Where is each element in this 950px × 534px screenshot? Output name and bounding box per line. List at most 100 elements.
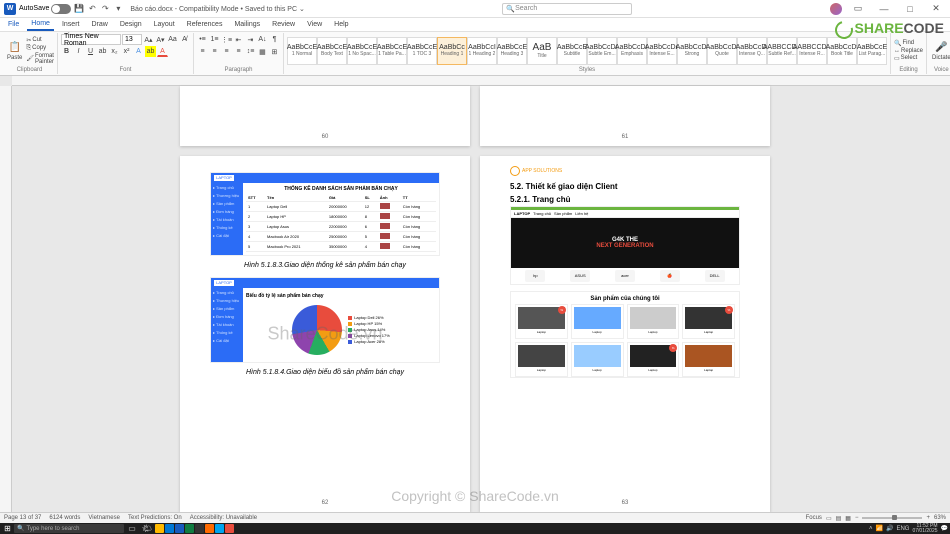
align-left-icon[interactable]: ≡ (197, 46, 208, 57)
minimize-button[interactable]: — (874, 0, 894, 18)
view-web-icon[interactable]: ▦ (845, 515, 851, 522)
font-name-select[interactable]: Times New Roman (61, 34, 121, 45)
toggle-switch-icon[interactable] (51, 4, 71, 14)
bullets-icon[interactable]: •≡ (197, 34, 208, 45)
tab-references[interactable]: References (183, 19, 227, 30)
save-icon[interactable]: 💾 (74, 4, 84, 14)
style-item[interactable]: AaBbCcI1 Heading 2 (467, 37, 497, 65)
undo-icon[interactable]: ↶ (87, 4, 97, 14)
copy-button[interactable]: ⎘ Copy (26, 45, 54, 52)
taskbar-app-terminal[interactable] (195, 524, 204, 533)
status-page[interactable]: Page 13 of 37 (4, 515, 41, 521)
style-item[interactable]: AaBbCcDcIntense E... (647, 37, 677, 65)
numbering-icon[interactable]: 1≡ (209, 34, 220, 45)
show-marks-icon[interactable]: ¶ (269, 34, 280, 45)
replace-button[interactable]: ↔ Replace (894, 48, 923, 54)
tab-home[interactable]: Home (27, 18, 54, 31)
document-canvas[interactable]: 60 ShareCode.vn LAPTOP ▸ Trang chủ▸ Thươ… (0, 76, 950, 512)
horizontal-ruler[interactable] (12, 76, 950, 86)
tab-layout[interactable]: Layout (150, 19, 179, 30)
task-view-icon[interactable]: ▭ (125, 523, 139, 534)
sort-icon[interactable]: A↓ (257, 34, 268, 45)
clear-format-icon[interactable]: A̸ (179, 34, 190, 45)
bold-button[interactable]: B (61, 46, 72, 57)
zoom-out-button[interactable]: − (855, 515, 859, 521)
tab-file[interactable]: File (4, 19, 23, 30)
page-62[interactable]: ShareCode.vn LAPTOP ▸ Trang chủ▸ Thương … (180, 156, 470, 512)
style-item[interactable]: AaBbCcE1 Table Pa... (377, 37, 407, 65)
redo-icon[interactable]: ↷ (100, 4, 110, 14)
decrease-indent-icon[interactable]: ⇤ (233, 34, 244, 45)
taskbar-app-explorer[interactable] (155, 524, 164, 533)
focus-button[interactable]: Focus (806, 515, 822, 521)
page-60[interactable]: 60 (180, 86, 470, 146)
tray-clock[interactable]: 11:52 PM07/01/2025 (912, 524, 937, 534)
taskbar-search[interactable]: 🔍Type here to search (14, 524, 124, 533)
text-effects-icon[interactable]: A (133, 46, 144, 57)
style-item[interactable]: AaBbCcEHeading 3 (497, 37, 527, 65)
style-item[interactable]: AaBbCcE1 TOC 3 (407, 37, 437, 65)
superscript-button[interactable]: x² (121, 46, 132, 57)
subscript-button[interactable]: x₂ (109, 46, 120, 57)
taskbar-app-browser[interactable] (225, 524, 234, 533)
start-button[interactable]: ⊞ (2, 523, 13, 534)
cut-button[interactable]: ✂ Cut (26, 37, 54, 44)
strike-button[interactable]: ab (97, 46, 108, 57)
style-item[interactable]: AaBbCcDtBook Title (827, 37, 857, 65)
weather-widget[interactable]: 🌤 (140, 523, 154, 534)
tab-help[interactable]: Help (330, 19, 352, 30)
tab-review[interactable]: Review (268, 19, 299, 30)
taskbar-app-edge[interactable] (165, 524, 174, 533)
styles-gallery[interactable]: AaBbCcE1 NormalAaBbCcEBody TextAaBbCcE1 … (287, 37, 887, 65)
justify-icon[interactable]: ≡ (233, 46, 244, 57)
style-item[interactable]: AaBbCcDtQuote (707, 37, 737, 65)
borders-icon[interactable]: ⊞ (269, 46, 280, 57)
autosave-toggle[interactable]: AutoSave (19, 4, 71, 14)
status-predictions[interactable]: Text Predictions: On (128, 515, 182, 521)
style-item[interactable]: AaBbCcEBody Text (317, 37, 347, 65)
document-title[interactable]: Báo cáo.docx - Compatibility Mode • Save… (130, 5, 304, 13)
taskbar-app-other[interactable] (205, 524, 214, 533)
maximize-button[interactable]: □ (900, 0, 920, 18)
status-lang[interactable]: Vietnamese (88, 515, 120, 521)
tab-mailings[interactable]: Mailings (230, 19, 264, 30)
underline-button[interactable]: U (85, 46, 96, 57)
taskbar-app-vscode[interactable] (215, 524, 224, 533)
italic-button[interactable]: I (73, 46, 84, 57)
style-item[interactable]: AaBTitle (527, 37, 557, 65)
tab-draw[interactable]: Draw (87, 19, 111, 30)
style-item[interactable]: AaBbCcDcSubtle Em... (587, 37, 617, 65)
taskbar-app-excel[interactable] (185, 524, 194, 533)
view-print-icon[interactable]: ▤ (836, 515, 842, 522)
line-spacing-icon[interactable]: ↕≡ (245, 46, 256, 57)
style-item[interactable]: AaBbCcEList Parag... (857, 37, 887, 65)
user-avatar[interactable] (830, 3, 842, 15)
find-button[interactable]: 🔍 Find (894, 40, 923, 47)
view-read-icon[interactable]: ▭ (826, 515, 832, 522)
status-words[interactable]: 6124 words (49, 515, 80, 521)
tray-volume-icon[interactable]: 🔊 (886, 525, 893, 532)
style-item[interactable]: AABBCCDEIntense R... (797, 37, 827, 65)
ribbon-display-icon[interactable]: ▭ (848, 0, 868, 18)
font-size-select[interactable]: 13 (122, 34, 142, 45)
multilevel-icon[interactable]: ⋮≡ (221, 34, 232, 45)
style-item[interactable]: AaBbCcDcEmphasis (617, 37, 647, 65)
style-item[interactable]: AaBbCcDtStrong (677, 37, 707, 65)
tab-design[interactable]: Design (116, 19, 146, 30)
select-button[interactable]: ▭ Select (894, 55, 923, 62)
shading-icon[interactable]: ▦ (257, 46, 268, 57)
tray-lang[interactable]: ENG (896, 526, 909, 532)
align-right-icon[interactable]: ≡ (221, 46, 232, 57)
align-center-icon[interactable]: ≡ (209, 46, 220, 57)
vertical-ruler[interactable] (0, 86, 12, 512)
highlight-icon[interactable]: ab (145, 46, 156, 57)
zoom-slider[interactable] (862, 517, 922, 519)
tray-chevron-icon[interactable]: ˄ (869, 526, 873, 532)
dictate-button[interactable]: 🎤Dictate (930, 39, 950, 62)
change-case-icon[interactable]: Aa (167, 34, 178, 45)
grow-font-icon[interactable]: A▴ (143, 34, 154, 45)
tab-insert[interactable]: Insert (58, 19, 84, 30)
style-item[interactable]: AaBbCcHeading 1 (437, 37, 467, 65)
style-item[interactable]: AaBbCcESubtitle (557, 37, 587, 65)
qat-dropdown-icon[interactable]: ▾ (113, 4, 123, 14)
